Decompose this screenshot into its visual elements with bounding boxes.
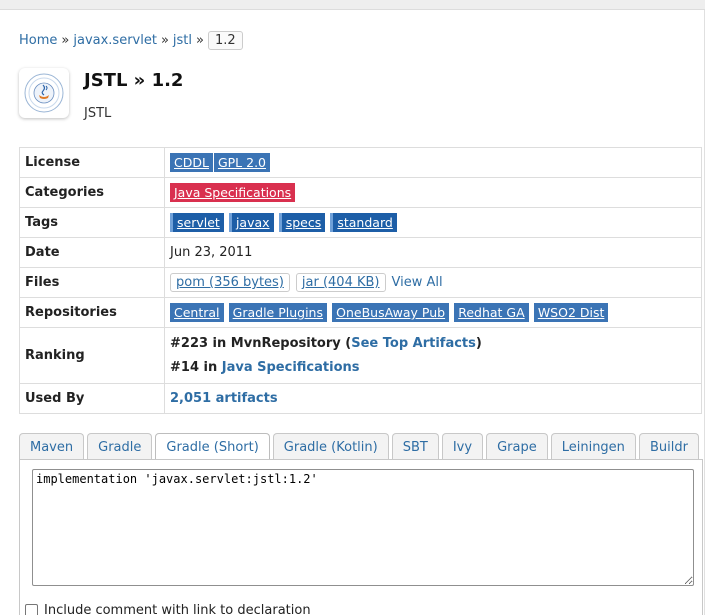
include-comment-label: Include comment with link to declaration [44,603,311,615]
repository-badge[interactable]: Gradle Plugins [228,303,327,322]
used-by-label: Used By [19,383,165,414]
breadcrumb-separator: » [160,32,169,48]
breadcrumb-version: 1.2 [207,30,243,50]
tab-grape[interactable]: Grape [486,433,548,460]
breadcrumb-separator: » [61,32,70,48]
tags-label: Tags [19,207,165,238]
tab-ivy[interactable]: Ivy [441,433,484,460]
tag-badge[interactable]: servlet [170,213,224,232]
jcp-logo-icon [24,73,64,113]
breadcrumb: Home » javax.servlet » jstl » 1.2 [19,30,243,50]
ranking-overall-suffix: ) [475,335,482,351]
page-subtitle: JSTL [84,106,112,121]
ranking-overall: #223 in MvnRepository (See Top Artifacts… [170,332,696,356]
breadcrumb-group[interactable]: javax.servlet [73,33,157,48]
license-row: License CDDL GPL 2.0 [19,147,702,178]
top-strip [0,0,705,10]
date-value: Jun 23, 2011 [164,237,702,268]
tags-row: Tags servlet javax specs standard [19,207,702,238]
ranking-label: Ranking [19,327,165,384]
java-specifications-link[interactable]: Java Specifications [222,360,360,375]
repository-badge[interactable]: WSO2 Dist [533,303,609,322]
see-top-artifacts-link[interactable]: See Top Artifacts [351,336,476,351]
repository-badge[interactable]: Redhat GA [454,303,529,322]
license-values: CDDL GPL 2.0 [164,147,702,178]
used-by-link[interactable]: 2,051 artifacts [170,391,278,406]
ranking-values: #223 in MvnRepository (See Top Artifacts… [164,327,702,384]
used-by-row: Used By 2,051 artifacts [19,383,702,414]
jar-file-link[interactable]: jar (404 KB) [295,273,386,292]
categories-label: Categories [19,177,165,208]
tag-badge[interactable]: javax [228,213,274,232]
view-all-files-link[interactable]: View All [392,275,443,290]
tab-gradle[interactable]: Gradle [87,433,153,460]
dependency-snippet-textarea[interactable]: implementation 'javax.servlet:jstl:1.2' [32,469,694,586]
build-tool-tabs: Maven Gradle Gradle (Short) Gradle (Kotl… [19,433,702,460]
files-row: Files pom (356 bytes) jar (404 KB) View Al… [19,267,702,298]
repositories-values: Central Gradle Plugins OneBusAway Pub Re… [164,297,702,328]
tab-leiningen[interactable]: Leiningen [550,433,636,460]
repository-badge[interactable]: OneBusAway Pub [332,303,450,322]
license-label: License [19,147,165,178]
dependency-snippet-panel: implementation 'javax.servlet:jstl:1.2' … [19,459,703,615]
artifact-info-table: License CDDL GPL 2.0 Categories Java Spec… [19,147,702,414]
page-title: JSTL » 1.2 [84,70,184,91]
tab-buildr[interactable]: Buildr [638,433,699,460]
java-community-process-logo [19,68,69,118]
breadcrumb-artifact[interactable]: jstl [173,33,192,48]
categories-values: Java Specifications [164,177,702,208]
repositories-label: Repositories [19,297,165,328]
files-values: pom (356 bytes) jar (404 KB) View All [164,267,702,298]
ranking-row: Ranking #223 in MvnRepository (See Top A… [19,327,702,384]
pom-file-link[interactable]: pom (356 bytes) [170,273,290,292]
breadcrumb-home[interactable]: Home [19,33,57,48]
ranking-category: #14 in Java Specifications [170,356,696,380]
include-comment-option[interactable]: Include comment with link to declaration [25,603,311,615]
tag-badge[interactable]: specs [278,213,326,232]
tab-gradle-short[interactable]: Gradle (Short) [155,433,270,460]
tab-gradle-kotlin[interactable]: Gradle (Kotlin) [272,433,389,460]
used-by-values: 2,051 artifacts [164,383,702,414]
include-comment-checkbox[interactable] [25,604,38,615]
ranking-overall-text: #223 in MvnRepository ( [170,335,352,351]
ranking-category-text: #14 in [170,359,222,375]
date-label: Date [19,237,165,268]
date-row: Date Jun 23, 2011 [19,237,702,268]
category-badge[interactable]: Java Specifications [170,183,296,202]
license-badge[interactable]: GPL 2.0 [213,153,270,172]
tab-sbt[interactable]: SBT [391,433,439,460]
files-label: Files [19,267,165,298]
license-badge[interactable]: CDDL [170,153,213,172]
categories-row: Categories Java Specifications [19,177,702,208]
tags-values: servlet javax specs standard [164,207,702,238]
breadcrumb-separator: » [196,32,204,48]
tag-badge[interactable]: standard [330,213,397,232]
repositories-row: Repositories Central Gradle Plugins OneB… [19,297,702,328]
repository-badge[interactable]: Central [170,303,224,322]
tab-maven[interactable]: Maven [19,433,85,460]
